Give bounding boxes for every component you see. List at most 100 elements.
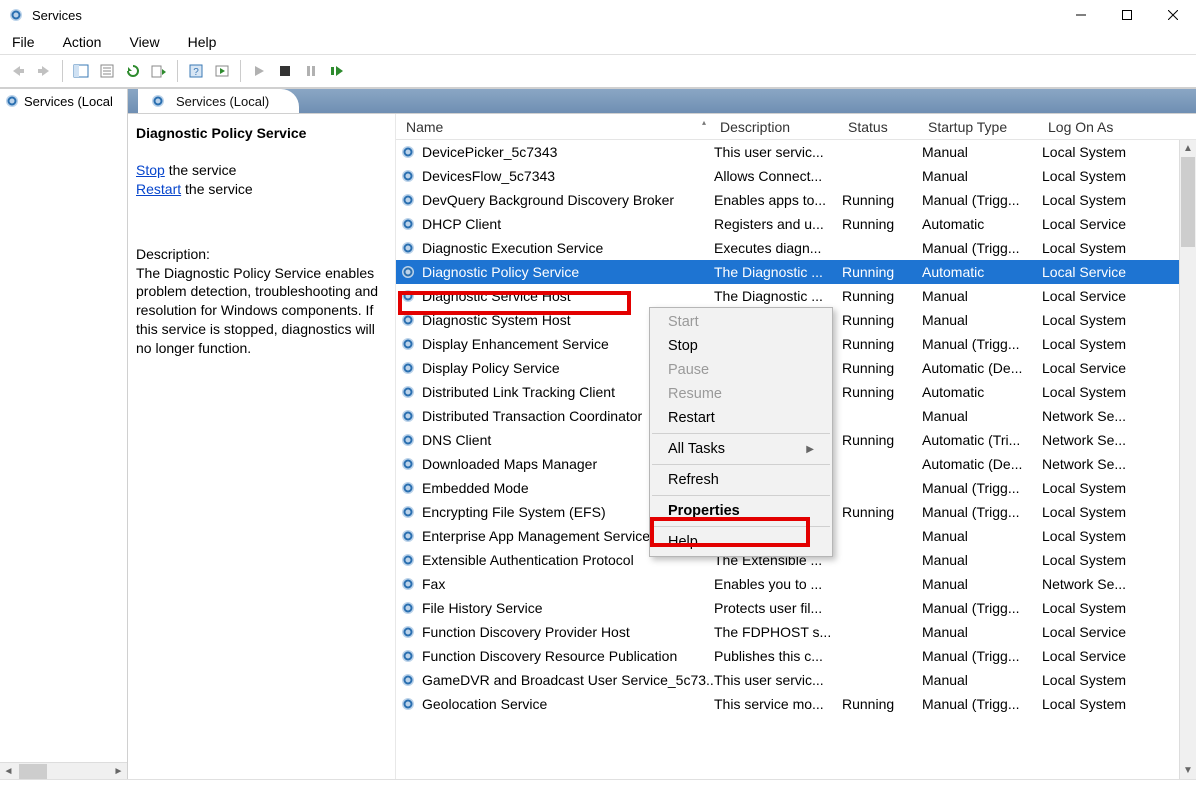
forward-button[interactable] <box>32 59 56 83</box>
cell-log-on-as: Network Se... <box>1042 456 1196 472</box>
cell-status: Running <box>842 192 922 208</box>
menu-view[interactable]: View <box>125 32 163 52</box>
column-header-log-on-as[interactable]: Log On As <box>1042 114 1196 139</box>
services-node-icon <box>4 93 20 109</box>
maximize-button[interactable] <box>1104 0 1150 30</box>
service-row[interactable]: FaxEnables you to ...ManualNetwork Se... <box>396 572 1196 596</box>
cell-description: Allows Connect... <box>714 168 842 184</box>
tree-item-services-local[interactable]: Services (Local <box>0 91 127 111</box>
help-button[interactable]: ? <box>184 59 208 83</box>
pause-service-button[interactable] <box>299 59 323 83</box>
context-menu-refresh[interactable]: Refresh <box>650 468 832 492</box>
column-header-startup-type[interactable]: Startup Type <box>922 114 1042 139</box>
tree-horizontal-scrollbar[interactable]: ◄ ► <box>0 762 127 779</box>
service-row[interactable]: DHCP ClientRegisters and u...RunningAuto… <box>396 212 1196 236</box>
selected-service-title: Diagnostic Policy Service <box>136 124 385 143</box>
stop-service-button[interactable] <box>273 59 297 83</box>
cell-log-on-as: Local System <box>1042 552 1196 568</box>
scroll-up-arrow-icon[interactable]: ▲ <box>1180 140 1196 157</box>
cell-log-on-as: Local System <box>1042 504 1196 520</box>
restart-service-line: Restart the service <box>136 180 385 199</box>
scroll-thumb[interactable] <box>1181 157 1195 247</box>
service-row[interactable]: Function Discovery Provider HostThe FDPH… <box>396 620 1196 644</box>
vertical-scrollbar[interactable]: ▲ ▼ <box>1179 140 1196 779</box>
context-menu-all-tasks[interactable]: All Tasks▶ <box>650 437 832 461</box>
restart-service-link[interactable]: Restart <box>136 181 181 197</box>
cell-log-on-as: Local System <box>1042 384 1196 400</box>
toolbar-separator <box>177 60 178 82</box>
cell-name: Function Discovery Provider Host <box>400 624 714 640</box>
cell-startup-type: Manual <box>922 144 1042 160</box>
cell-status: Running <box>842 216 922 232</box>
context-menu-resume[interactable]: Resume <box>650 382 832 406</box>
service-row[interactable]: DevicesFlow_5c7343Allows Connect...Manua… <box>396 164 1196 188</box>
scroll-thumb[interactable] <box>19 764 47 779</box>
minimize-button[interactable] <box>1058 0 1104 30</box>
cell-log-on-as: Local Service <box>1042 648 1196 664</box>
cell-description: The Diagnostic ... <box>714 288 842 304</box>
cell-log-on-as: Network Se... <box>1042 576 1196 592</box>
context-menu-properties[interactable]: Properties <box>650 499 832 523</box>
service-row[interactable]: Diagnostic Service HostThe Diagnostic ..… <box>396 284 1196 308</box>
service-row[interactable]: Diagnostic Policy ServiceThe Diagnostic … <box>396 260 1196 284</box>
service-row[interactable]: Geolocation ServiceThis service mo...Run… <box>396 692 1196 716</box>
close-button[interactable] <box>1150 0 1196 30</box>
scroll-left-arrow-icon[interactable]: ◄ <box>0 763 17 780</box>
properties-button[interactable] <box>95 59 119 83</box>
description-label: Description: <box>136 245 385 264</box>
back-button[interactable] <box>6 59 30 83</box>
show-hide-tree-button[interactable] <box>69 59 93 83</box>
cell-description: This user servic... <box>714 672 842 688</box>
start-service-button[interactable] <box>247 59 271 83</box>
refresh-button[interactable] <box>121 59 145 83</box>
column-header-name[interactable]: Name▴ <box>400 114 714 139</box>
cell-log-on-as: Local Service <box>1042 624 1196 640</box>
cell-name: Fax <box>400 576 714 592</box>
cell-log-on-as: Local Service <box>1042 288 1196 304</box>
context-menu-help[interactable]: Help <box>650 530 832 554</box>
grid-header: Name▴ Description Status Startup Type Lo… <box>396 114 1196 140</box>
cell-startup-type: Manual <box>922 312 1042 328</box>
service-row[interactable]: GameDVR and Broadcast User Service_5c73.… <box>396 668 1196 692</box>
cell-status: Running <box>842 696 922 712</box>
cell-status: Running <box>842 264 922 280</box>
context-menu-start[interactable]: Start <box>650 310 832 334</box>
context-menu-stop[interactable]: Stop <box>650 334 832 358</box>
context-menu-restart[interactable]: Restart <box>650 406 832 430</box>
service-row[interactable]: Function Discovery Resource PublicationP… <box>396 644 1196 668</box>
menu-action[interactable]: Action <box>59 32 106 52</box>
tree-item-label: Services (Local <box>24 94 113 109</box>
scroll-right-arrow-icon[interactable]: ► <box>110 763 127 780</box>
cell-description: The FDPHOST s... <box>714 624 842 640</box>
cell-log-on-as: Network Se... <box>1042 408 1196 424</box>
cell-startup-type: Automatic (De... <box>922 456 1042 472</box>
service-row[interactable]: DevQuery Background Discovery BrokerEnab… <box>396 188 1196 212</box>
cell-log-on-as: Local System <box>1042 480 1196 496</box>
cell-log-on-as: Local System <box>1042 144 1196 160</box>
export-list-button[interactable] <box>147 59 171 83</box>
cell-startup-type: Manual (Trigg... <box>922 240 1042 256</box>
cell-name: DevQuery Background Discovery Broker <box>400 192 714 208</box>
cell-name: Function Discovery Resource Publication <box>400 648 714 664</box>
stop-service-link[interactable]: Stop <box>136 162 165 178</box>
service-row[interactable]: DevicePicker_5c7343This user servic...Ma… <box>396 140 1196 164</box>
restart-service-button[interactable] <box>325 59 349 83</box>
cell-name: Diagnostic Service Host <box>400 288 714 304</box>
cell-startup-type: Automatic <box>922 264 1042 280</box>
cell-log-on-as: Local System <box>1042 168 1196 184</box>
cell-status: Running <box>842 336 922 352</box>
cell-startup-type: Manual <box>922 624 1042 640</box>
scroll-down-arrow-icon[interactable]: ▼ <box>1180 762 1196 779</box>
column-header-description[interactable]: Description <box>714 114 842 139</box>
menu-help[interactable]: Help <box>184 32 221 52</box>
cell-startup-type: Manual (Trigg... <box>922 504 1042 520</box>
menu-file[interactable]: File <box>8 32 39 52</box>
description-text: The Diagnostic Policy Service enables pr… <box>136 264 385 358</box>
status-bar <box>0 779 1196 801</box>
service-row[interactable]: Diagnostic Execution ServiceExecutes dia… <box>396 236 1196 260</box>
column-header-status[interactable]: Status <box>842 114 922 139</box>
cell-startup-type: Manual <box>922 528 1042 544</box>
service-row[interactable]: File History ServiceProtects user fil...… <box>396 596 1196 620</box>
view-button[interactable] <box>210 59 234 83</box>
context-menu-pause[interactable]: Pause <box>650 358 832 382</box>
